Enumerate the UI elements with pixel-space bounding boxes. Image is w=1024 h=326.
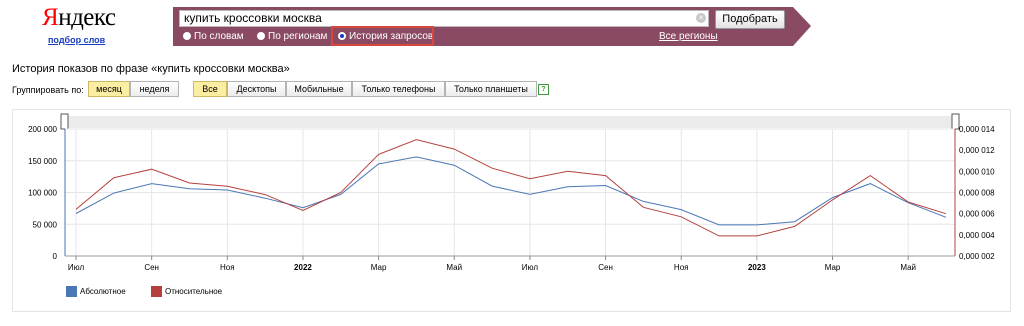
x-tick-label: Мар xyxy=(371,263,387,272)
x-tick-label: Мар xyxy=(825,263,841,272)
zoom-handle-right xyxy=(951,113,960,130)
x-tick-label: 2023 xyxy=(748,263,766,272)
legend-relative[interactable]: Относительное xyxy=(165,287,222,297)
y-left-tick: 0 xyxy=(53,252,58,261)
x-tick-label: Май xyxy=(446,263,462,272)
x-tick-label: Ноя xyxy=(220,263,235,272)
y-right-tick: 0,000 004 xyxy=(959,231,995,240)
x-tick-label: Сен xyxy=(144,263,159,272)
y-right-tick: 0,000 012 xyxy=(959,146,995,155)
y-left-tick: 200 000 xyxy=(28,125,57,134)
y-left-tick: 50 000 xyxy=(33,220,58,229)
x-tick-label: Июл xyxy=(68,263,85,272)
legend-swatch-absolute xyxy=(66,286,77,297)
x-tick-label: Ноя xyxy=(674,263,689,272)
y-right-tick: 0,000 014 xyxy=(959,125,995,134)
x-tick-label: Сен xyxy=(598,263,613,272)
x-tick-label: 2022 xyxy=(294,263,312,272)
history-chart: 0 50 000 100 000 150 000 200 000 0,000 002 0,0… xyxy=(28,113,995,272)
x-tick-label: Июл xyxy=(522,263,539,272)
legend-absolute[interactable]: Абсолютное xyxy=(80,287,126,297)
legend-swatch-relative xyxy=(151,286,162,297)
x-tick-label: Май xyxy=(900,263,916,272)
y-left-tick: 100 000 xyxy=(28,189,57,198)
y-right-tick: 0,000 006 xyxy=(959,210,995,219)
y-left-tick: 150 000 xyxy=(28,157,57,166)
zoom-strip xyxy=(65,116,955,128)
zoom-handle-left xyxy=(60,113,69,130)
y-right-tick: 0,000 008 xyxy=(959,189,995,198)
y-right-tick: 0,000 002 xyxy=(959,252,995,261)
series-line-relative xyxy=(75,139,947,237)
series-line-absolute xyxy=(75,156,947,226)
y-right-tick: 0,000 010 xyxy=(959,167,995,176)
